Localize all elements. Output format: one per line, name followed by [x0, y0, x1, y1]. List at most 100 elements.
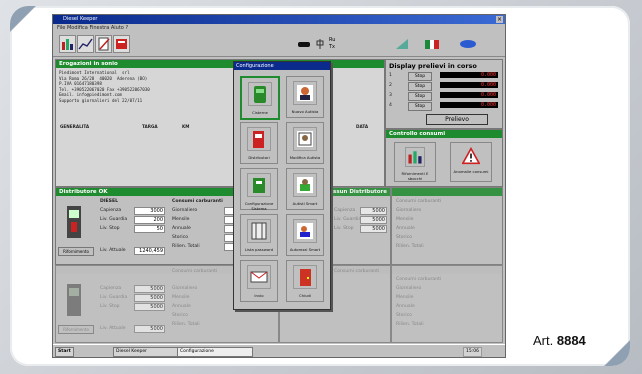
config-button-autisti-smart[interactable]: Autisti Smart [286, 168, 324, 210]
stop-button-2[interactable]: Stop [408, 82, 432, 91]
password-list-icon [247, 219, 271, 243]
config-label: Autorezzi Smart [289, 247, 321, 252]
config-button-distributori[interactable]: Distributori [240, 122, 278, 164]
stat-label: Giornaliero [172, 286, 198, 291]
tx-indicator: Tx [329, 44, 336, 50]
start-button[interactable]: Start [55, 347, 74, 357]
dialog-title: Configurazione [234, 62, 330, 70]
edit-icon[interactable] [95, 35, 112, 53]
report-icon[interactable] [113, 35, 130, 53]
col-data: DATA [356, 124, 369, 129]
italy-flag-icon[interactable] [425, 38, 439, 50]
tank-chart-icon[interactable] [59, 35, 76, 53]
prelievo-button[interactable]: Prelievo [426, 114, 488, 125]
anomaly-button[interactable]: Anomalie consumi [450, 142, 492, 182]
display-row-number: 3 [389, 93, 392, 98]
menu-bar[interactable]: File Modifica Finestra Aiuto ? [53, 24, 505, 32]
stop-field[interactable]: 50 [134, 225, 165, 233]
stop-button-3[interactable]: Stop [408, 92, 432, 101]
field-value[interactable]: 5000 [360, 216, 387, 224]
config-button-configurazione-sistema[interactable]: Configurazione Sistema [240, 168, 278, 211]
info-line: Supporto giornalieri del 22/07/11 [59, 97, 143, 103]
article-number: 8884 [556, 333, 586, 348]
config-label: Lista password [244, 247, 274, 252]
brand-logo-icon [460, 40, 476, 48]
field-value[interactable]: 5000 [134, 303, 165, 311]
field-value[interactable]: 5000 [360, 225, 387, 233]
display-value-4: 0.000 [440, 102, 498, 108]
smart-vehicle-icon [293, 219, 317, 243]
display-value-3: 0.000 [440, 92, 498, 98]
config-button-autorezzi-smart[interactable]: Autorezzi Smart [286, 214, 324, 256]
distributor-6-header [392, 266, 502, 274]
field-label: Liv. Guardia [100, 295, 128, 300]
fuel-pump-icon [67, 284, 81, 316]
stat-label: Rilien. Totali [396, 322, 424, 327]
field-label: Liv. Guardia [334, 217, 362, 222]
field-label: Liv. Stop [100, 226, 120, 231]
field-value[interactable]: 5000 [134, 285, 165, 293]
stat-label: Mensile [396, 217, 414, 222]
config-button-chiudi[interactable]: Chiudi [286, 260, 324, 302]
taskbar-item-configurazione[interactable]: Configurazione [177, 347, 253, 357]
smart-driver-icon [293, 173, 317, 197]
article-caption: Art. 8884 [533, 333, 586, 348]
stat-label: Annuale [396, 304, 415, 309]
article-prefix: Art. [533, 333, 554, 348]
field-label: Liv. Stop [334, 226, 354, 231]
distributor-3-panel: Consumi carburanti Giornaliero Mensile A… [391, 187, 503, 265]
col-targa: TARGA [142, 124, 158, 129]
taskbar-item-diesel-keeper[interactable]: Diesel Keeper [113, 347, 179, 357]
config-button-nuovo-autista[interactable]: Nuovo Autista [286, 76, 324, 118]
config-label: Autisti Smart [292, 201, 318, 206]
pump-icon [247, 127, 271, 151]
distributor-3-header [392, 188, 502, 196]
stat-label: Storico [396, 235, 413, 240]
chart-icon[interactable] [77, 35, 94, 53]
field-label: Capienza [100, 208, 122, 213]
stat-label: Mensile [172, 295, 190, 300]
exit-door-icon [293, 265, 317, 289]
stat-label: Mensile [396, 295, 414, 300]
col-generalita: GENERALITA [60, 124, 90, 129]
rx-indicator: Ru [329, 37, 336, 43]
config-button-invio[interactable]: Invio [240, 260, 278, 302]
config-button-modifica-autista[interactable]: Modifica Autista [286, 122, 324, 164]
stat-label: Giornaliero [172, 208, 198, 213]
refuel-button-1[interactable]: Rifornimento [58, 247, 94, 256]
company-info: Piedimont International srl Via Roma 26/2… [56, 68, 384, 106]
fuel-type: DIESEL [100, 199, 119, 204]
stop-button-1[interactable]: Stop [408, 72, 432, 81]
config-button-cisterne[interactable]: Cisterne [240, 76, 280, 120]
new-driver-icon [293, 81, 317, 105]
stop-button-4[interactable]: Stop [408, 102, 432, 111]
consumi-header: Consumi carburanti [396, 199, 442, 204]
configuration-dialog: Configurazione Cisterne Nuovo Autista Di… [233, 61, 331, 310]
col-km: KM [182, 124, 190, 129]
field-value[interactable]: 5000 [360, 207, 387, 215]
guardia-field[interactable]: 200 [134, 216, 165, 224]
display-row-number: 2 [389, 83, 392, 88]
stat-label: Rilien. Totali [172, 244, 200, 249]
attuale-label: Liv. Attuale [100, 326, 126, 331]
stat-label: Mensile [172, 217, 190, 222]
toolbar: Ru Tx [53, 32, 505, 57]
stat-label: Rilien. Totali [396, 244, 424, 249]
refuel-report-label: Rifornimenti E sbocchi [401, 171, 429, 181]
refuel-report-icon [405, 147, 425, 167]
field-label: Capienza [100, 286, 122, 291]
refuel-button-4[interactable]: Rifornimento [58, 325, 94, 334]
config-button-lista-password[interactable]: Lista password [240, 214, 278, 256]
refuel-report-button[interactable]: Rifornimenti E sbocchi [394, 142, 436, 182]
attuale-field: 5000 [134, 325, 165, 333]
antenna-icon [316, 39, 324, 49]
close-icon[interactable]: × [496, 16, 503, 23]
app-window: Diesel Keeper × File Modifica Finestra A… [52, 14, 506, 358]
info-panel: Erogazioni in sonio Piedimont Internatio… [55, 59, 385, 187]
card-corner-bottom-right [560, 296, 630, 366]
send-icon [247, 265, 271, 289]
field-label: Liv. Stop [100, 304, 120, 309]
capienza-field[interactable]: 3000 [134, 207, 165, 215]
field-value[interactable]: 5000 [134, 294, 165, 302]
stat-label: Annuale [396, 226, 415, 231]
